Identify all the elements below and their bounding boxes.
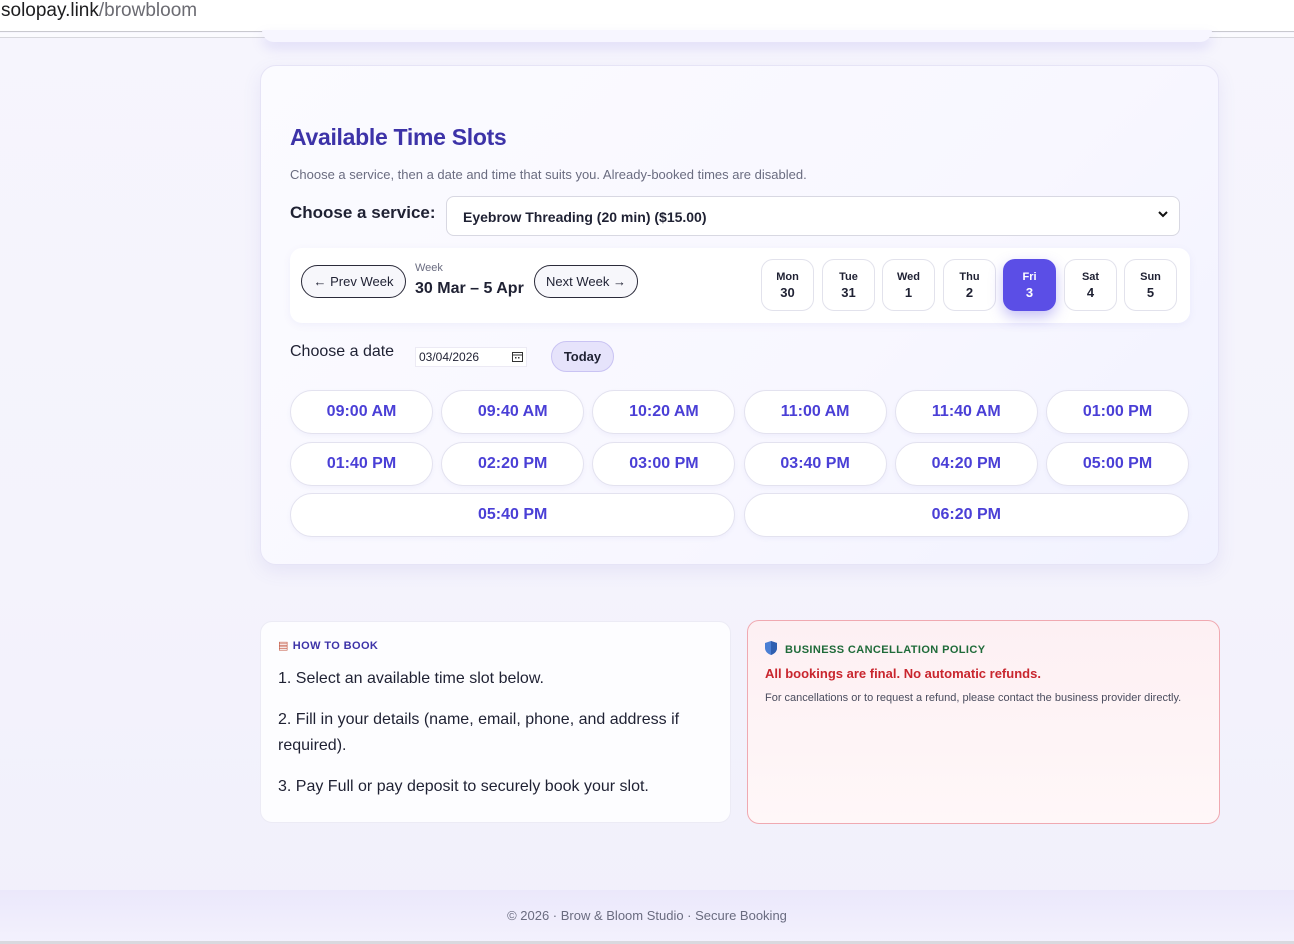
step-1: 1. Select an available time slot below. [278, 670, 544, 687]
date-label: Choose a date [290, 343, 395, 360]
day-thu[interactable]: Thu 2 [943, 259, 996, 311]
day-sun[interactable]: Sun 5 [1124, 259, 1177, 311]
time-slot-button[interactable]: 05:40 PM [290, 493, 736, 537]
chevron-down-icon [1157, 207, 1169, 223]
policy-title: BUSINESS CANCELLATION POLICY [765, 641, 985, 656]
week-caption: Week [415, 262, 443, 274]
day-name: Fri [1022, 271, 1037, 283]
policy-text: For cancellations or to request a refund… [765, 692, 1182, 704]
time-slot-button[interactable]: 05:00 PM [1046, 442, 1189, 486]
previous-card-edge [262, 30, 1212, 42]
shield-icon [765, 641, 777, 655]
day-name: Wed [896, 271, 921, 283]
service-select[interactable]: Eyebrow Threading (20 min) ($15.00) [446, 196, 1180, 236]
time-slot-button[interactable]: 04:20 PM [894, 442, 1038, 486]
day-tue[interactable]: Tue 31 [822, 259, 875, 311]
date-input[interactable]: 03/04/2026 [415, 347, 527, 367]
day-name: Thu [959, 271, 980, 283]
address-bar[interactable]: solopay.link/browbloom [0, 0, 1294, 32]
step-3: 3. Pay Full or pay deposit to securely b… [278, 778, 649, 795]
url-host: solopay.link [1, 0, 99, 21]
time-slot-button[interactable]: 09:00 AM [290, 390, 433, 434]
week-navigator: ← Prev Week Week 30 Mar – 5 Apr Next Wee… [290, 248, 1190, 323]
policy-alert: All bookings are final. No automatic ref… [765, 666, 1041, 681]
time-slot-button[interactable]: 11:40 AM [894, 390, 1038, 434]
time-slot-button[interactable]: 01:40 PM [290, 442, 433, 486]
section-title: Available Time Slots [290, 124, 507, 150]
day-number: 1 [904, 285, 913, 300]
step-2: 2. Fill in your details (name, email, ph… [278, 711, 680, 754]
date-value: 03/04/2026 [419, 350, 480, 364]
day-mon[interactable]: Mon 30 [761, 259, 814, 311]
time-slots-card: Available Time Slots Choose a service, t… [260, 65, 1219, 565]
section-subtitle: Choose a service, then a date and time t… [290, 167, 807, 182]
prev-week-button[interactable]: ← Prev Week [301, 265, 406, 298]
day-wed[interactable]: Wed 1 [882, 259, 935, 311]
how-to-book-title: ▤ HOW TO BOOK [278, 640, 379, 652]
week-range: 30 Mar – 5 Apr [415, 280, 524, 297]
time-slot-button[interactable]: 06:20 PM [743, 493, 1189, 537]
service-label: Choose a service: [290, 203, 436, 222]
time-slot-button[interactable]: 03:00 PM [592, 442, 736, 486]
service-selected-value: Eyebrow Threading (20 min) ($15.00) [463, 209, 707, 225]
day-number: 2 [965, 285, 974, 300]
day-number: 3 [1025, 285, 1034, 300]
how-to-book-card: ▤ HOW TO BOOK 1. Select an available time… [260, 621, 731, 823]
time-slot-button[interactable]: 03:40 PM [743, 442, 887, 486]
url-path: /browbloom [98, 0, 198, 21]
day-number: 31 [841, 285, 856, 300]
day-name: Mon [776, 271, 799, 283]
day-number: 5 [1146, 285, 1155, 300]
time-slot-button[interactable]: 10:20 AM [592, 390, 736, 434]
cancellation-policy-card: BUSINESS CANCELLATION POLICY All booking… [747, 620, 1220, 824]
time-slot-button[interactable]: 11:00 AM [743, 390, 887, 434]
day-number: 30 [780, 285, 795, 300]
day-name: Sat [1081, 271, 1100, 283]
time-slot-button[interactable]: 09:40 AM [441, 390, 585, 434]
time-slot-button[interactable]: 02:20 PM [441, 442, 585, 486]
time-slot-button[interactable]: 01:00 PM [1046, 390, 1189, 434]
footer: © 2026 · Brow & Bloom Studio · Secure Bo… [0, 890, 1294, 942]
calendar-icon [512, 351, 523, 365]
next-week-button[interactable]: Next Week → [534, 265, 638, 298]
day-name: Sun [1140, 271, 1161, 283]
day-fri[interactable]: Fri 3 [1003, 259, 1056, 311]
day-number: 4 [1086, 285, 1095, 300]
clipboard-icon: ▤ [278, 640, 289, 652]
day-sat[interactable]: Sat 4 [1064, 259, 1117, 311]
today-button[interactable]: Today [551, 341, 614, 372]
day-name: Tue [839, 271, 858, 283]
